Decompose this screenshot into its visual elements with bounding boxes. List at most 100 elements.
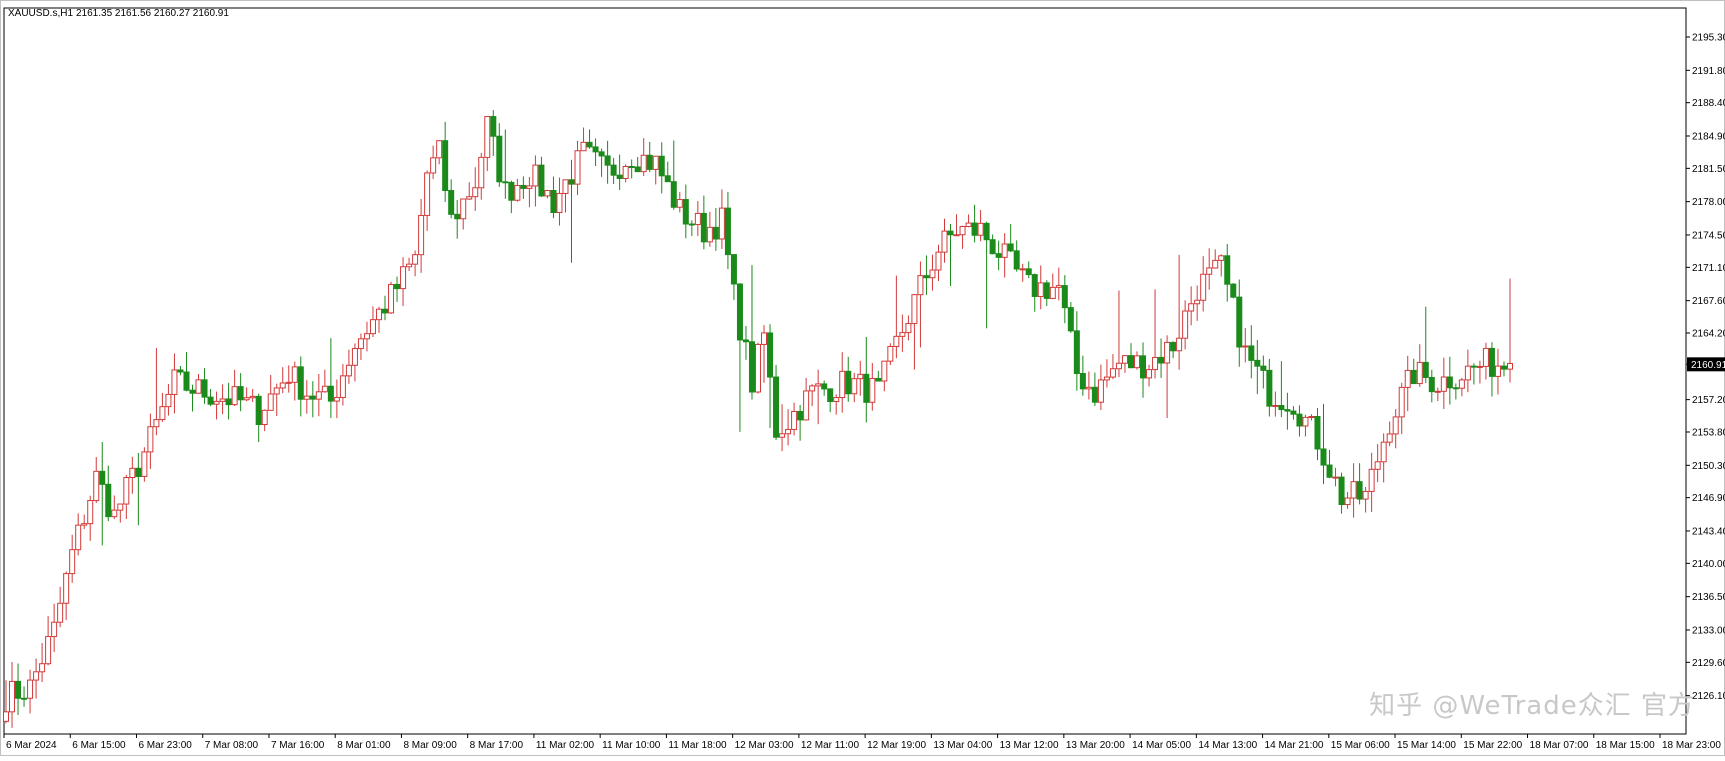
candle-body	[568, 179, 575, 185]
candle-body	[989, 239, 996, 255]
candle-body	[977, 222, 984, 236]
candle-body	[424, 172, 431, 216]
candle-body	[1416, 361, 1423, 385]
candle-body	[959, 226, 966, 236]
candle-body	[1025, 268, 1032, 276]
candle-body	[773, 376, 780, 438]
candle-body	[1308, 416, 1315, 419]
candle-body	[436, 140, 443, 159]
y-tick-label: 2153.80	[1692, 427, 1725, 438]
candle-body	[129, 467, 136, 479]
x-tick-label: 13 Mar 12:00	[1000, 740, 1059, 751]
candle-body	[490, 116, 497, 137]
candle-body	[1338, 476, 1345, 506]
x-tick-label: 18 Mar 23:00	[1662, 740, 1721, 751]
candle-body	[1392, 416, 1399, 435]
candle-body	[1326, 464, 1333, 478]
candle-body	[496, 135, 503, 183]
candle-body	[1344, 497, 1351, 506]
candle-body	[135, 467, 142, 477]
candle-body	[1470, 365, 1477, 368]
candle-body	[57, 602, 64, 623]
x-tick-label: 8 Mar 01:00	[337, 740, 391, 751]
candle-body	[1362, 490, 1369, 500]
candle-body	[592, 146, 599, 153]
candle-body	[1079, 373, 1086, 390]
candle-body	[941, 230, 948, 253]
candle-body	[39, 663, 46, 673]
candle-body	[616, 174, 623, 179]
candle-body	[1127, 355, 1134, 369]
y-tick-label: 2191.80	[1692, 66, 1725, 77]
y-tick-label: 2188.40	[1692, 98, 1725, 109]
candle-body	[81, 523, 88, 526]
y-tick-label: 2146.90	[1692, 493, 1725, 504]
x-tick-label: 14 Mar 21:00	[1265, 740, 1324, 751]
candle-body	[189, 389, 196, 394]
candle-body	[406, 263, 413, 268]
candle-body	[839, 370, 846, 399]
x-tick-label: 8 Mar 09:00	[403, 740, 457, 751]
candle-body	[1019, 268, 1026, 271]
candle-body	[382, 308, 389, 314]
candle-body	[1254, 359, 1261, 367]
candle-body	[1284, 409, 1291, 412]
candle-body	[893, 335, 900, 347]
candle-body	[225, 398, 232, 406]
candle-body	[117, 503, 124, 511]
candle-body	[1464, 365, 1471, 381]
candle-body	[69, 549, 76, 575]
candle-body	[105, 483, 112, 518]
candle-body	[863, 373, 870, 403]
candle-body	[556, 192, 563, 213]
candle-body	[869, 377, 876, 403]
x-tick-label: 6 Mar 23:00	[138, 740, 192, 751]
candle-body	[195, 379, 202, 394]
candle-body	[652, 155, 659, 170]
candle-body	[604, 155, 611, 166]
candle-body	[1494, 365, 1501, 377]
candle	[1230, 283, 1237, 299]
candle-body	[1212, 259, 1219, 269]
candle-body	[815, 383, 822, 387]
current-price-marker: 2160.91	[1687, 357, 1725, 372]
candle-body	[177, 369, 184, 373]
x-tick-label: 15 Mar 22:00	[1463, 740, 1522, 751]
chart-canvas[interactable]: 2126.10 2129.60 2133.00 2136.50 2140.00 2143.…	[0, 0, 1725, 756]
candle-body	[1109, 368, 1116, 378]
candle-body	[520, 184, 527, 189]
candle-body	[1488, 347, 1495, 377]
candle-body	[1134, 355, 1141, 369]
candle-body	[724, 207, 731, 256]
price-chart[interactable]: 2126.10 2129.60 2133.00 2136.50 2140.00 2143.…	[0, 0, 1725, 756]
candle-body	[1296, 413, 1303, 427]
candle-body	[917, 275, 924, 296]
candle-body	[327, 385, 334, 402]
candle-body	[965, 222, 972, 228]
candle-body	[851, 378, 858, 395]
candle-body	[1320, 448, 1327, 466]
candle-body	[1290, 410, 1297, 415]
candle-body	[748, 341, 755, 393]
candle-body	[1248, 345, 1255, 361]
candle-body	[634, 166, 641, 173]
candle-body	[309, 395, 316, 400]
candle-body	[21, 697, 28, 700]
candle-body	[905, 323, 912, 334]
candle-body	[261, 409, 268, 425]
candle-body	[1182, 310, 1189, 339]
candle-body	[526, 185, 533, 189]
candle-body	[207, 396, 214, 405]
candle-body	[1446, 376, 1453, 389]
candle-body	[1224, 255, 1231, 285]
candle-body	[1067, 307, 1074, 332]
candle-body	[15, 680, 22, 699]
candle-body	[412, 254, 419, 265]
candle-body	[646, 154, 653, 170]
candle-body	[1236, 296, 1243, 348]
y-tick-label: 2164.20	[1692, 329, 1725, 340]
y-tick-label: 2143.40	[1692, 526, 1725, 537]
candle-body	[1188, 303, 1195, 312]
candle-body	[676, 199, 683, 208]
candle-body	[1164, 341, 1171, 364]
